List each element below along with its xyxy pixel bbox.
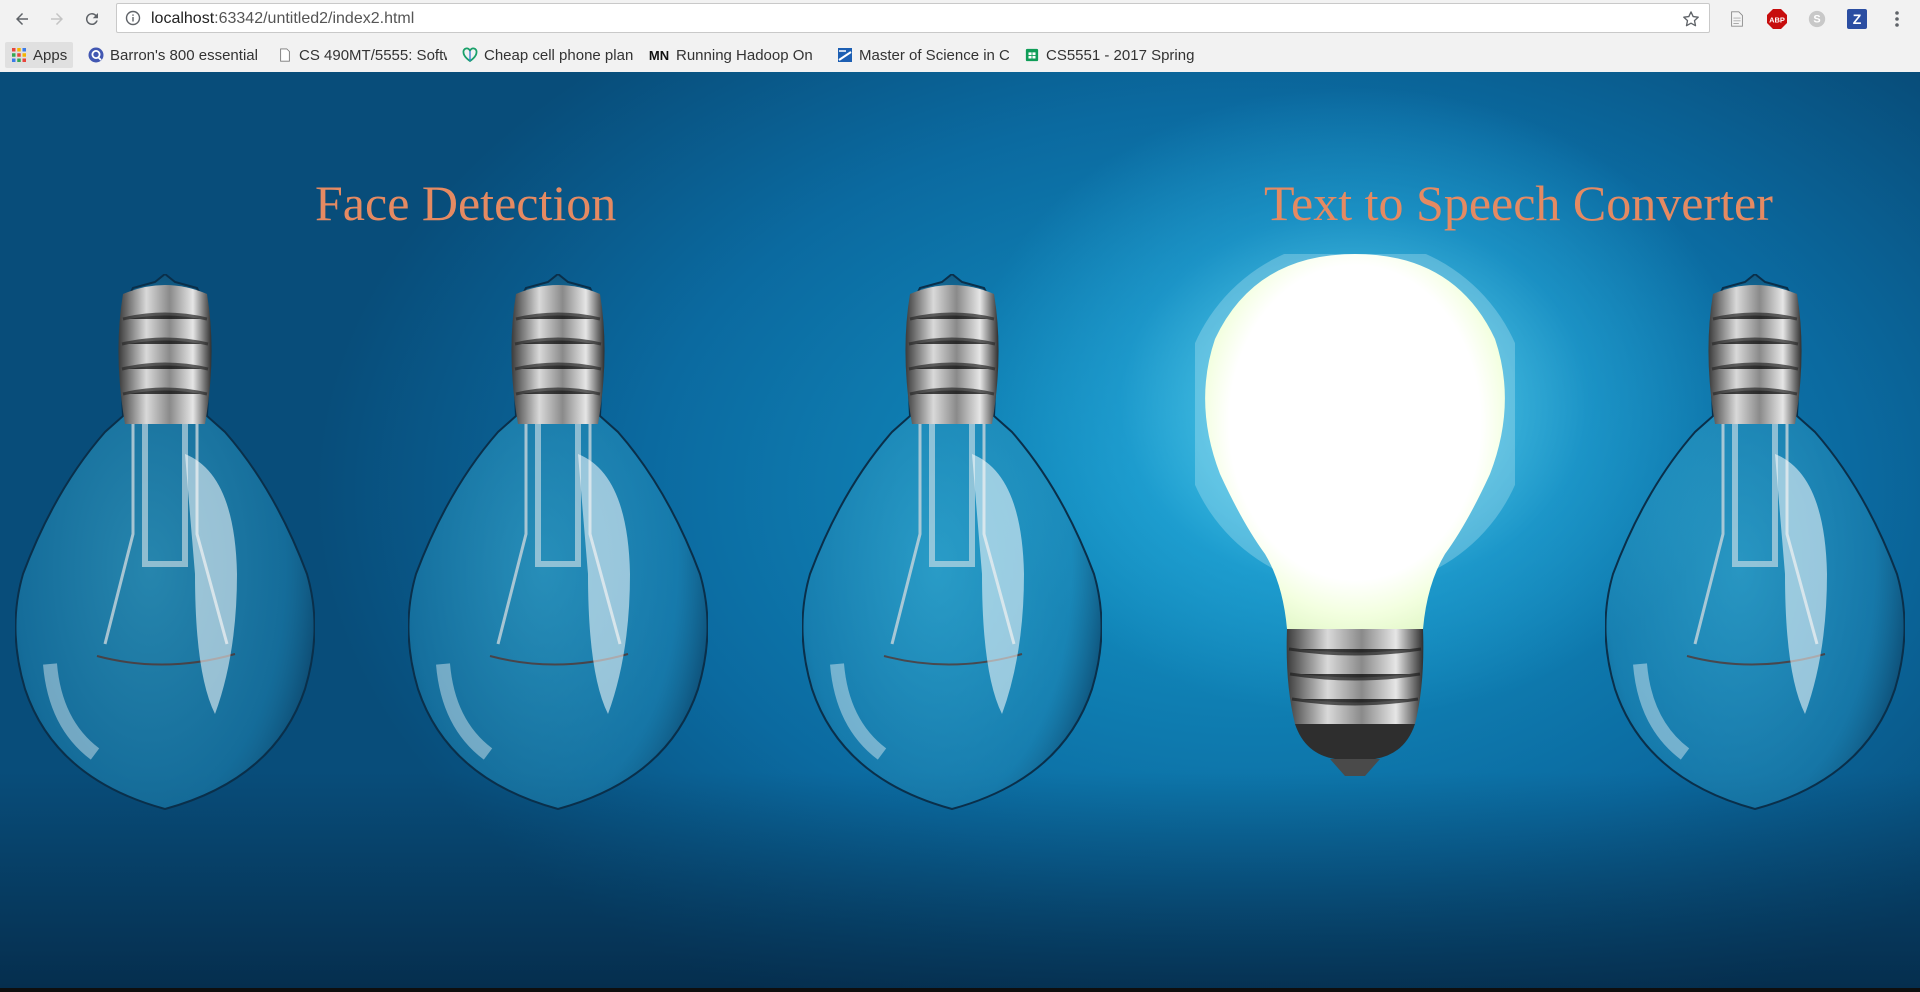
bookmark-label: Cheap cell phone plan <box>484 46 634 64</box>
sheets-icon <box>1024 47 1040 63</box>
url-text[interactable]: localhost:63342/untitled2/index2.html <box>151 10 414 28</box>
bookmark-cs5551[interactable]: CS5551 - 2017 Spring <box>1024 42 1196 68</box>
zotero-icon[interactable]: Z <box>1846 8 1868 30</box>
browser-toolbar: localhost:63342/untitled2/index2.html AB… <box>0 0 1920 38</box>
menu-icon[interactable] <box>1886 8 1908 30</box>
bookmark-barrons[interactable]: Barron's 800 essential <box>88 42 260 68</box>
page-background: Face Detection Text to Speech Converter <box>0 72 1920 992</box>
arrow-left-icon <box>16 13 28 25</box>
bookmarks-bar: Apps Barron's 800 essential CS 490MT/555… <box>0 38 1920 72</box>
mn-icon: MN <box>648 47 670 63</box>
page-icon[interactable] <box>1726 8 1748 30</box>
flag-icon <box>837 47 853 63</box>
forward-button[interactable] <box>44 6 70 32</box>
bookmark-label: CS 490MT/5555: Softw <box>299 46 447 64</box>
address-bar[interactable]: localhost:63342/untitled2/index2.html <box>116 3 1710 33</box>
light-bulb-1 <box>15 274 315 811</box>
adblock-plus-icon[interactable]: ABP <box>1766 8 1788 30</box>
url-path: :63342/untitled2/index2.html <box>214 10 415 27</box>
abp-label: ABP <box>1769 16 1785 25</box>
bookmark-label: Running Hadoop On U <box>676 46 818 64</box>
apps-grid-icon <box>11 47 27 63</box>
bookmark-master-science[interactable]: Master of Science in C <box>837 42 1009 68</box>
bookmark-label: Master of Science in C <box>859 46 1009 64</box>
window-bottom-edge <box>0 988 1920 992</box>
bookmark-star-icon[interactable] <box>1681 9 1701 29</box>
bookmark-label: Barron's 800 essential <box>110 46 258 64</box>
face-detection-link[interactable]: Face Detection <box>315 174 616 232</box>
bookmark-apps[interactable]: Apps <box>5 42 74 68</box>
bookmark-hadoop[interactable]: MN Running Hadoop On U <box>648 42 818 68</box>
info-icon[interactable] <box>125 10 141 26</box>
heart-icon <box>462 47 478 63</box>
light-bulb-2 <box>408 274 708 811</box>
zotero-label: Z <box>1853 11 1862 27</box>
reload-icon <box>85 13 98 26</box>
bookmark-cs490[interactable]: CS 490MT/5555: Softw <box>277 42 447 68</box>
bookmark-label: Apps <box>33 46 68 64</box>
bookmark-label: CS5551 - 2017 Spring <box>1046 46 1195 64</box>
svg-text:S: S <box>1813 14 1820 26</box>
quizlet-icon <box>88 47 104 63</box>
arrow-right-icon <box>51 13 63 25</box>
reload-button[interactable] <box>79 6 105 32</box>
skype-icon[interactable]: S <box>1806 8 1828 30</box>
light-bulb-3 <box>802 274 1102 811</box>
light-bulb-5 <box>1605 274 1905 811</box>
text-to-speech-link[interactable]: Text to Speech Converter <box>1264 174 1773 232</box>
browser-chrome: localhost:63342/untitled2/index2.html AB… <box>0 0 1920 73</box>
document-icon <box>277 47 293 63</box>
light-bulb-lit <box>1195 254 1515 776</box>
back-button[interactable] <box>9 6 35 32</box>
bookmark-cell-phone[interactable]: Cheap cell phone plan <box>462 42 634 68</box>
url-host: localhost <box>151 10 215 27</box>
